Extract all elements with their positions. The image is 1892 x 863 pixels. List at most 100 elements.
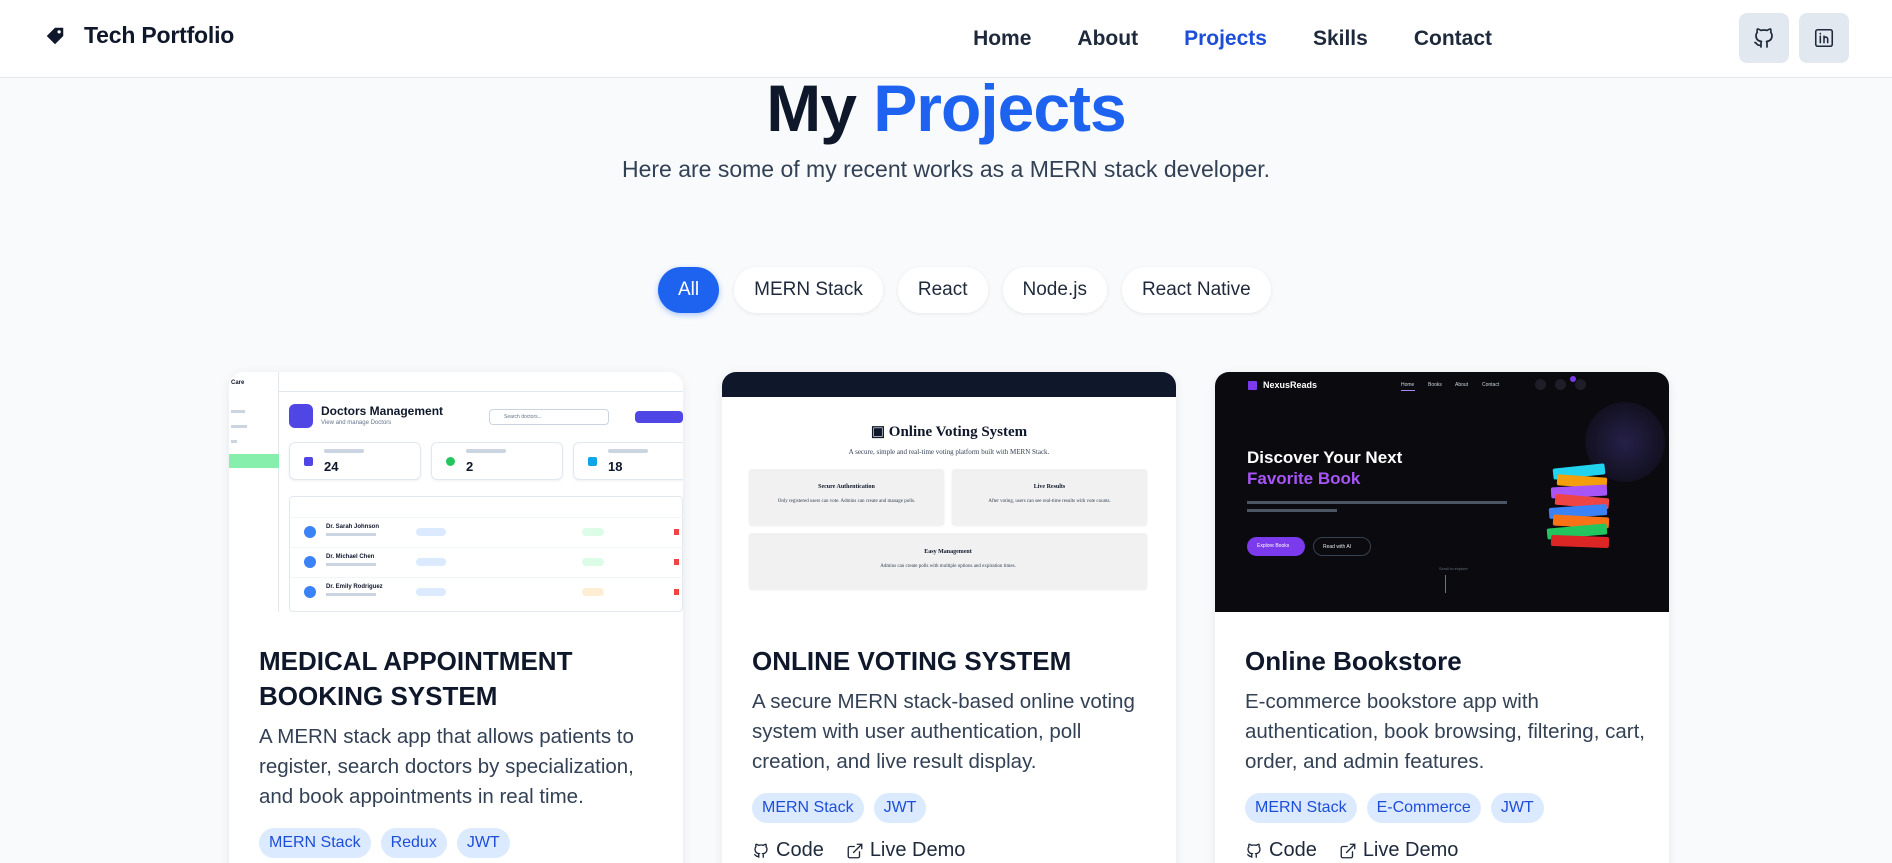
thumb-doctor-icon	[289, 404, 313, 428]
filter-mern-stack[interactable]: MERN Stack	[734, 267, 883, 313]
filter-all[interactable]: All	[658, 267, 720, 313]
thumb-topbar	[722, 372, 1176, 397]
thumb-stat: 24	[289, 442, 421, 480]
card-links: Code Live Demo	[752, 839, 1152, 862]
project-card-bookstore[interactable]: NexusReads Home Books About Contact Disc…	[1215, 372, 1669, 863]
thumb-logo-icon	[1248, 381, 1257, 390]
thumb-nav-underline	[1401, 390, 1415, 391]
thumb-sidebar: Care	[229, 372, 279, 612]
tag: E-Commerce	[1366, 793, 1481, 823]
thumb-row-delete	[674, 589, 679, 595]
thumb-row-badge	[416, 528, 446, 536]
thumb-topbar	[279, 372, 683, 392]
thumb-feature-box: Live Results After voting, users can see…	[952, 469, 1147, 525]
thumb-stat-value: 18	[608, 459, 623, 474]
thumb-paragraph	[1247, 509, 1337, 512]
thumb-headline: Discover Your Next	[1247, 448, 1403, 467]
thumb-row-line	[326, 563, 376, 566]
thumb-sidebar-active	[229, 454, 279, 468]
thumb-nav-item: Home	[1401, 382, 1415, 388]
filter-react-native[interactable]: React Native	[1121, 267, 1271, 313]
avatar	[304, 586, 316, 598]
thumb-row-badge	[416, 588, 446, 596]
thumb-sidebar-line	[231, 410, 245, 413]
thumb-scroll-hint: Scroll to explore	[1439, 566, 1468, 571]
github-icon	[1754, 28, 1773, 48]
nav-about[interactable]: About	[1077, 27, 1138, 51]
nav-skills[interactable]: Skills	[1313, 27, 1368, 51]
tag: JWT	[1490, 793, 1544, 823]
filter-react[interactable]: React	[897, 267, 988, 313]
filter-nodejs[interactable]: Node.js	[1002, 267, 1107, 313]
thumb-heading: Doctors Management	[321, 404, 444, 418]
external-link-icon	[847, 843, 863, 858]
avatar	[304, 526, 316, 538]
nav-contact[interactable]: Contact	[1414, 27, 1492, 51]
tag-list: MERN Stack Redux JWT	[259, 828, 659, 858]
nav-projects[interactable]: Projects	[1184, 27, 1267, 51]
thumb-panel: Doctors Management View and manage Docto…	[279, 392, 683, 612]
avatar	[304, 556, 316, 568]
live-demo-label: Live Demo	[1362, 839, 1459, 861]
tag: JWT	[456, 828, 510, 858]
card-links: Code Live Demo	[1245, 839, 1645, 862]
tag: JWT	[873, 793, 927, 823]
thumb-feature-text: Only registered users can vote. Admins c…	[777, 499, 916, 504]
card-body: ONLINE VOTING SYSTEM A secure MERN stack…	[752, 644, 1152, 862]
github-icon	[1246, 843, 1261, 858]
thumb-row-name: Dr. Michael Chen	[326, 554, 375, 560]
thumb-row-name: Dr. Emily Rodriguez	[326, 584, 383, 590]
thumb-feature-title: Live Results	[1033, 484, 1066, 490]
card-body: MEDICAL APPOINTMENT BOOKING SYSTEM A MER…	[259, 644, 659, 858]
ballot-box-icon: ▣	[870, 424, 886, 440]
project-thumbnail: NexusReads Home Books About Contact Disc…	[1215, 372, 1669, 612]
thumb-row-badge	[416, 558, 446, 566]
card-description: A MERN stack app that allows patients to…	[259, 725, 634, 808]
project-thumbnail: ▣ Online Voting System A secure, simple …	[722, 372, 1176, 612]
thumb-subheading: View and manage Doctors	[321, 420, 392, 426]
code-link[interactable]: Code	[1245, 839, 1317, 862]
live-demo-link[interactable]: Live Demo	[846, 839, 965, 862]
github-button[interactable]	[1739, 13, 1789, 63]
title-prefix: My	[766, 71, 857, 145]
tag: MERN Stack	[752, 793, 864, 823]
thumb-feature-box: Easy Management Admins can create polls …	[749, 533, 1147, 589]
book	[1550, 534, 1610, 549]
thumb-feature-title: Secure Authentication	[818, 484, 875, 490]
nav-home[interactable]: Home	[973, 27, 1031, 51]
project-thumbnail: Care Doctors Management View and manage …	[229, 372, 683, 612]
external-link-icon	[1340, 843, 1356, 858]
linkedin-button[interactable]	[1799, 13, 1849, 63]
live-demo-link[interactable]: Live Demo	[1339, 839, 1459, 862]
card-title: Online Bookstore	[1245, 646, 1462, 676]
card-title: ONLINE VOTING SYSTEM	[752, 646, 1072, 676]
thumb-nav-item: Contact	[1482, 382, 1500, 388]
thumb-feature-text: After voting, users can see real-time re…	[988, 499, 1111, 504]
thumb-brand: NexusReads	[1263, 380, 1318, 390]
thumb-row-status	[582, 528, 604, 536]
project-card-medical[interactable]: Care Doctors Management View and manage …	[229, 372, 683, 863]
code-link-label: Code	[1269, 839, 1317, 861]
thumb-table-row: Dr. Michael Chen	[290, 547, 683, 575]
tag: MERN Stack	[259, 828, 371, 858]
project-card-voting[interactable]: ▣ Online Voting System A secure, simple …	[722, 372, 1176, 863]
thumb-sidebar-line	[231, 440, 237, 443]
tag: MERN Stack	[1245, 793, 1357, 823]
thumb-headline-accent: Favorite Book	[1247, 469, 1361, 488]
thumb-sidebar-brand: Care	[231, 380, 245, 386]
thumb-stat: 18	[573, 442, 683, 480]
thumb-stat-label	[324, 449, 364, 453]
thumb-user-icon	[1575, 379, 1586, 390]
thumb-table-row: Dr. Emily Rodriguez	[290, 577, 683, 605]
code-link[interactable]: Code	[752, 839, 824, 862]
page-title: My Projects	[0, 70, 1892, 146]
thumb-row-line	[326, 533, 376, 536]
thumb-cart-icon	[1555, 379, 1566, 390]
card-description: E-commerce bookstore app with authentica…	[1245, 690, 1645, 773]
thumb-stat-label	[466, 449, 506, 453]
thumb-row-delete	[674, 559, 679, 565]
thumb-row-status	[582, 558, 604, 566]
thumb-paragraph	[1247, 501, 1507, 504]
tag-icon	[46, 27, 64, 44]
brand[interactable]: Tech Portfolio	[44, 22, 234, 49]
